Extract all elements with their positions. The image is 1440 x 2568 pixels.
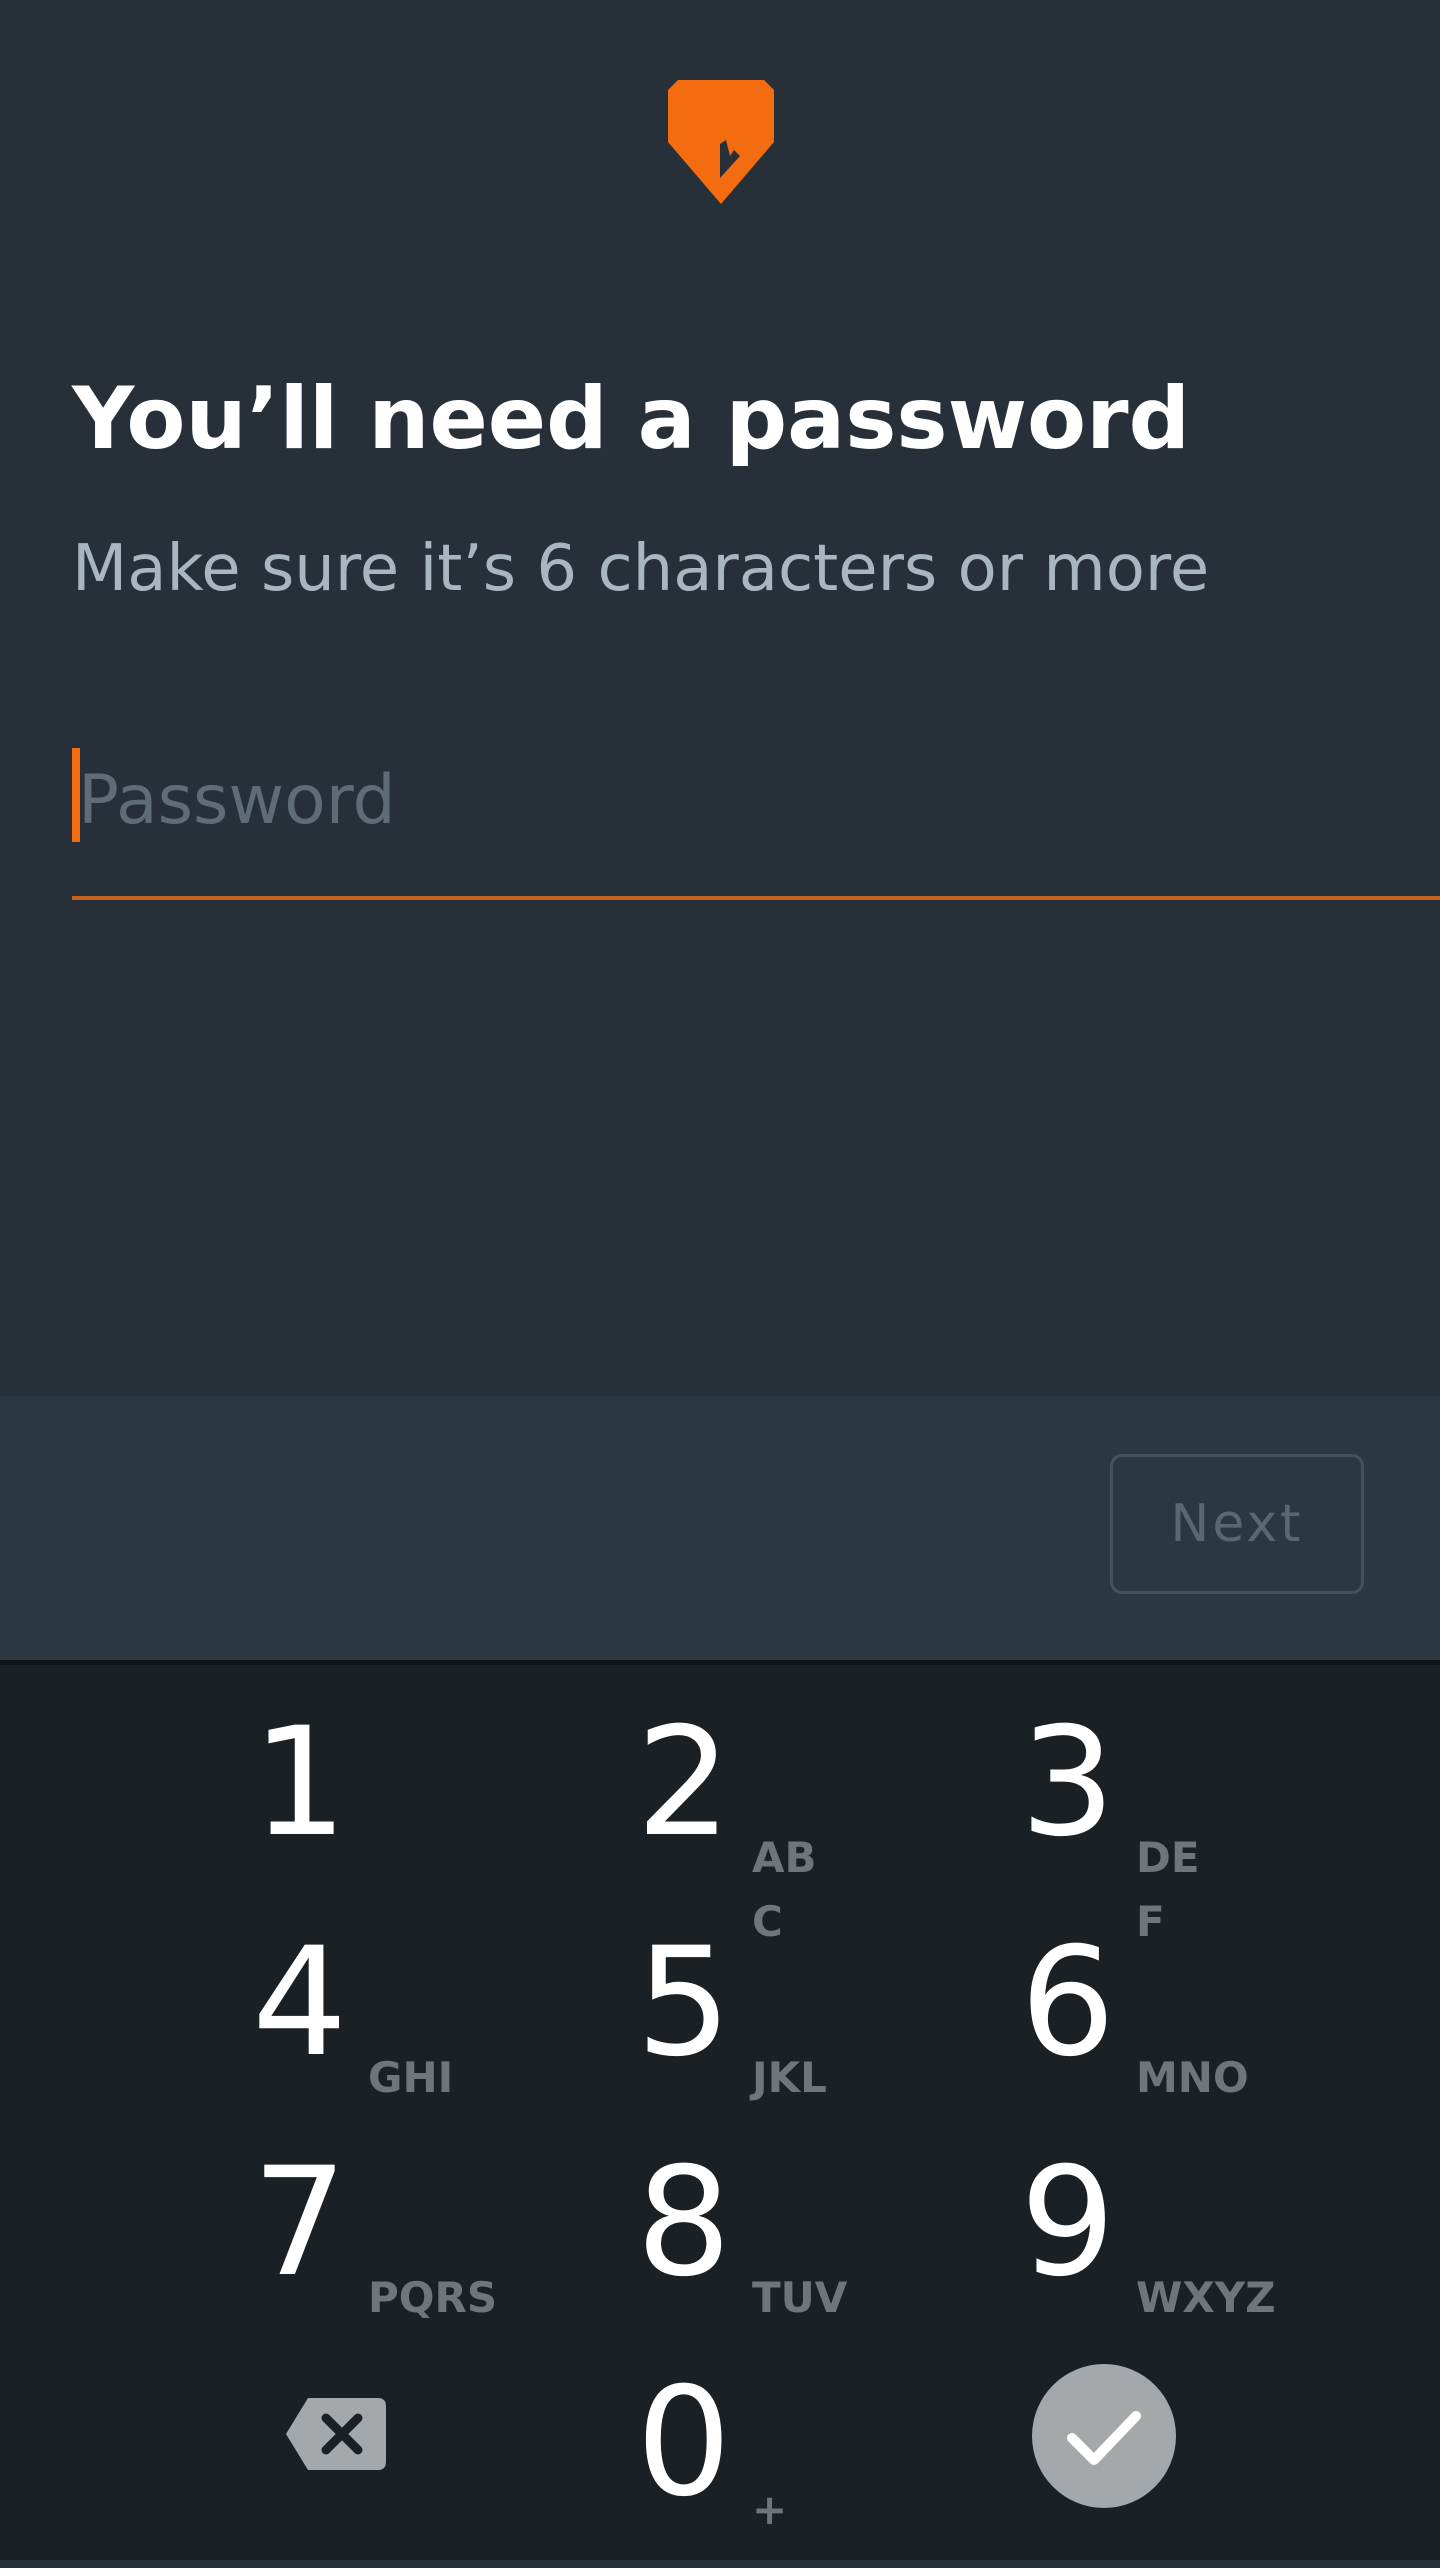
key-digit: 7 [252, 2136, 348, 2310]
backspace-icon[interactable] [286, 2398, 386, 2470]
key-digit: 6 [1020, 1916, 1116, 2090]
key-letters: MNO [1136, 2053, 1249, 2102]
key-digit: 4 [252, 1916, 348, 2090]
next-button[interactable]: Next [1110, 1454, 1364, 1594]
key-5[interactable]: 5 JKL [636, 1928, 996, 2128]
key-digit: 1 [252, 1696, 348, 1870]
password-underline [72, 896, 1440, 900]
key-digit: 8 [636, 2136, 732, 2310]
key-letters: WXYZ [1136, 2273, 1276, 2322]
page-subtitle: Make sure it’s 6 characters or more [72, 532, 1210, 606]
key-4[interactable]: 4 GHI [252, 1928, 612, 2128]
key-digit: 9 [1020, 2136, 1116, 2310]
key-6[interactable]: 6 MNO [1020, 1928, 1380, 2128]
key-3[interactable]: 3 DEF [1020, 1696, 1380, 1946]
key-0[interactable]: 0 + [636, 2368, 996, 2568]
key-2[interactable]: 2 ABC [636, 1696, 996, 1946]
key-8[interactable]: 8 TUV [636, 2148, 996, 2348]
key-digit: 2 [636, 1696, 732, 1870]
done-button[interactable] [1032, 2364, 1176, 2508]
action-bar: Next [0, 1396, 1440, 1660]
key-letters: PQRS [368, 2273, 498, 2322]
key-letters: GHI [368, 2053, 454, 2102]
key-digit: 3 [1020, 1696, 1116, 1870]
key-letters: + [752, 2485, 788, 2534]
text-cursor [72, 748, 80, 842]
page-title: You’ll need a password [72, 369, 1191, 469]
password-input[interactable] [72, 740, 1378, 860]
key-9[interactable]: 9 WXYZ [1020, 2148, 1380, 2348]
key-letters: JKL [752, 2053, 827, 2102]
key-1[interactable]: 1 [252, 1708, 612, 1908]
key-7[interactable]: 7 PQRS [252, 2148, 612, 2348]
key-digit: 5 [636, 1916, 732, 2090]
key-letters: TUV [752, 2273, 848, 2322]
checkmark-icon [1067, 2411, 1141, 2465]
key-digit: 0 [636, 2356, 732, 2530]
password-field[interactable] [72, 720, 1440, 900]
app-logo-icon [668, 80, 774, 204]
